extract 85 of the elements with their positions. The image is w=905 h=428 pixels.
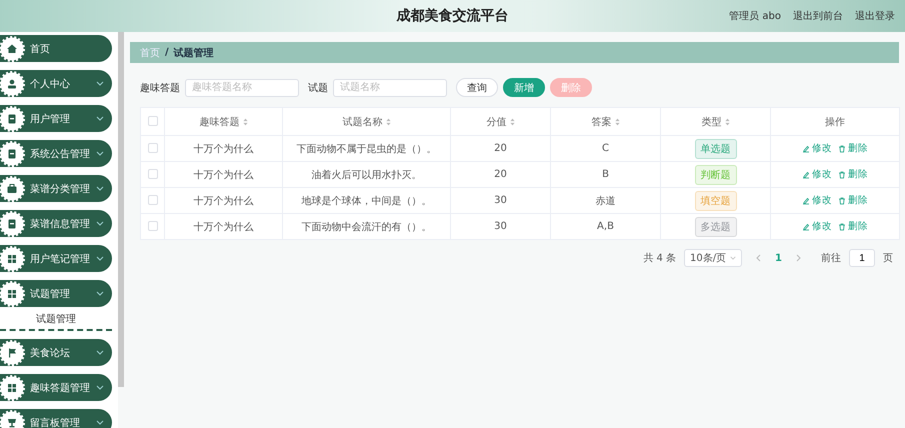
search-field[interactable]: 趣味答题名称 bbox=[185, 78, 299, 96]
table-cell: 下面动物不属于昆虫的是（）。 bbox=[282, 136, 450, 162]
breadcrumb-separator: / bbox=[165, 47, 169, 58]
query-button[interactable]: 查询 bbox=[456, 78, 498, 97]
chevron-down-icon bbox=[96, 221, 104, 226]
table-cell: 20 bbox=[450, 162, 550, 188]
sidebar-item[interactable]: 菜谱信息管理 bbox=[0, 210, 112, 237]
sidebar-item[interactable]: 首页 bbox=[0, 35, 112, 62]
table-cell: C bbox=[550, 136, 660, 162]
table-cell: 十万个为什么 bbox=[164, 136, 282, 162]
type-tag: 单选题 bbox=[694, 138, 736, 158]
chevron-down-icon bbox=[96, 116, 104, 121]
table-cell: 30 bbox=[450, 188, 550, 214]
table-cell: A,B bbox=[550, 214, 660, 240]
sidebar-item[interactable]: 趣味答题管理 bbox=[0, 374, 112, 401]
sort-icon[interactable] bbox=[724, 118, 730, 126]
page-suffix: 页 bbox=[883, 252, 893, 265]
type-tag: 判断题 bbox=[694, 164, 736, 184]
chevron-down-icon bbox=[96, 151, 104, 156]
table-cell: 十万个为什么 bbox=[164, 214, 282, 240]
header-link[interactable]: 退出到前台 bbox=[793, 9, 843, 23]
field-label: 试题 bbox=[308, 82, 328, 94]
submenu-item[interactable]: 试题管理 bbox=[0, 312, 112, 326]
sidebar-item[interactable]: 留言板管理 bbox=[0, 409, 112, 428]
page-input[interactable]: 1 bbox=[849, 249, 875, 267]
field-label: 趣味答题 bbox=[140, 82, 180, 94]
chevron-down-icon bbox=[96, 420, 104, 425]
chevron-down-icon bbox=[96, 385, 104, 390]
search-field[interactable]: 试题名称 bbox=[333, 78, 447, 96]
site-title: 成都美食交流平台 bbox=[396, 7, 508, 25]
column-header[interactable]: 分值 bbox=[486, 114, 514, 128]
header-link[interactable]: 退出登录 bbox=[855, 9, 895, 23]
chevron-down-icon bbox=[96, 291, 104, 296]
sidebar-item[interactable]: 用户管理 bbox=[0, 105, 112, 132]
table-cell: 十万个为什么 bbox=[164, 162, 282, 188]
table-cell: 30 bbox=[450, 214, 550, 240]
sort-icon[interactable] bbox=[386, 118, 390, 126]
table-cell: 油着火后可以用水扑灭。 bbox=[282, 162, 450, 188]
type-tag: 多选题 bbox=[694, 216, 736, 236]
trash-icon bbox=[838, 196, 846, 204]
column-header[interactable]: 试题名称 bbox=[342, 114, 390, 128]
breadcrumb-item: 试题管理 bbox=[174, 46, 214, 60]
trash-icon bbox=[838, 170, 846, 178]
sort-icon[interactable] bbox=[242, 118, 248, 126]
previous-page-icon[interactable] bbox=[756, 254, 762, 262]
chevron-down-icon bbox=[96, 256, 104, 261]
user-label: 管理员 abo bbox=[729, 10, 781, 23]
edit-icon bbox=[802, 144, 810, 152]
table-cell: 下面动物中会流汗的有（）。 bbox=[282, 214, 450, 240]
column-header[interactable]: 答案 bbox=[592, 114, 620, 128]
checkbox[interactable] bbox=[148, 169, 158, 180]
column-header[interactable]: 类型 bbox=[702, 114, 730, 128]
checkbox[interactable] bbox=[148, 221, 158, 232]
sort-icon[interactable] bbox=[510, 118, 514, 126]
sidebar-item[interactable]: 用户笔记管理 bbox=[0, 245, 112, 272]
sidebar-item[interactable]: 个人中心 bbox=[0, 70, 112, 97]
next-page-icon[interactable] bbox=[796, 254, 801, 262]
edit-icon bbox=[802, 222, 810, 230]
edit-icon bbox=[802, 196, 810, 204]
sort-icon[interactable] bbox=[614, 118, 620, 126]
total-count: 共 4 条 bbox=[643, 252, 676, 265]
table-cell: 地球是个球体，中间是（）。 bbox=[282, 188, 450, 214]
table-cell: 20 bbox=[450, 136, 550, 162]
type-tag: 填空题 bbox=[694, 190, 736, 210]
checkbox[interactable] bbox=[148, 143, 158, 154]
chevron-down-icon bbox=[96, 186, 104, 191]
goto-label: 前往 bbox=[821, 252, 841, 265]
table-cell: 十万个为什么 bbox=[164, 188, 282, 214]
column-header: 操作 bbox=[825, 116, 845, 128]
scrollbar[interactable] bbox=[118, 32, 124, 387]
chevron-down-icon bbox=[96, 81, 104, 86]
edit-icon bbox=[802, 170, 810, 178]
chevron-down-icon bbox=[96, 350, 104, 355]
chevron-down-icon bbox=[730, 256, 736, 260]
sidebar-item[interactable]: 系统公告管理 bbox=[0, 140, 112, 167]
sidebar-item[interactable]: 试题管理 bbox=[0, 280, 112, 307]
page-size-select[interactable]: 10条/页 bbox=[684, 249, 742, 267]
table-cell: 赤道 bbox=[550, 188, 660, 214]
table-cell: B bbox=[550, 162, 660, 188]
sidebar-item[interactable]: 菜谱分类管理 bbox=[0, 175, 112, 202]
trash-icon bbox=[838, 222, 846, 230]
checkbox[interactable] bbox=[148, 195, 158, 206]
sidebar-item[interactable]: 美食论坛 bbox=[0, 339, 112, 366]
trash-icon bbox=[838, 144, 846, 152]
checkbox[interactable] bbox=[148, 116, 158, 126]
